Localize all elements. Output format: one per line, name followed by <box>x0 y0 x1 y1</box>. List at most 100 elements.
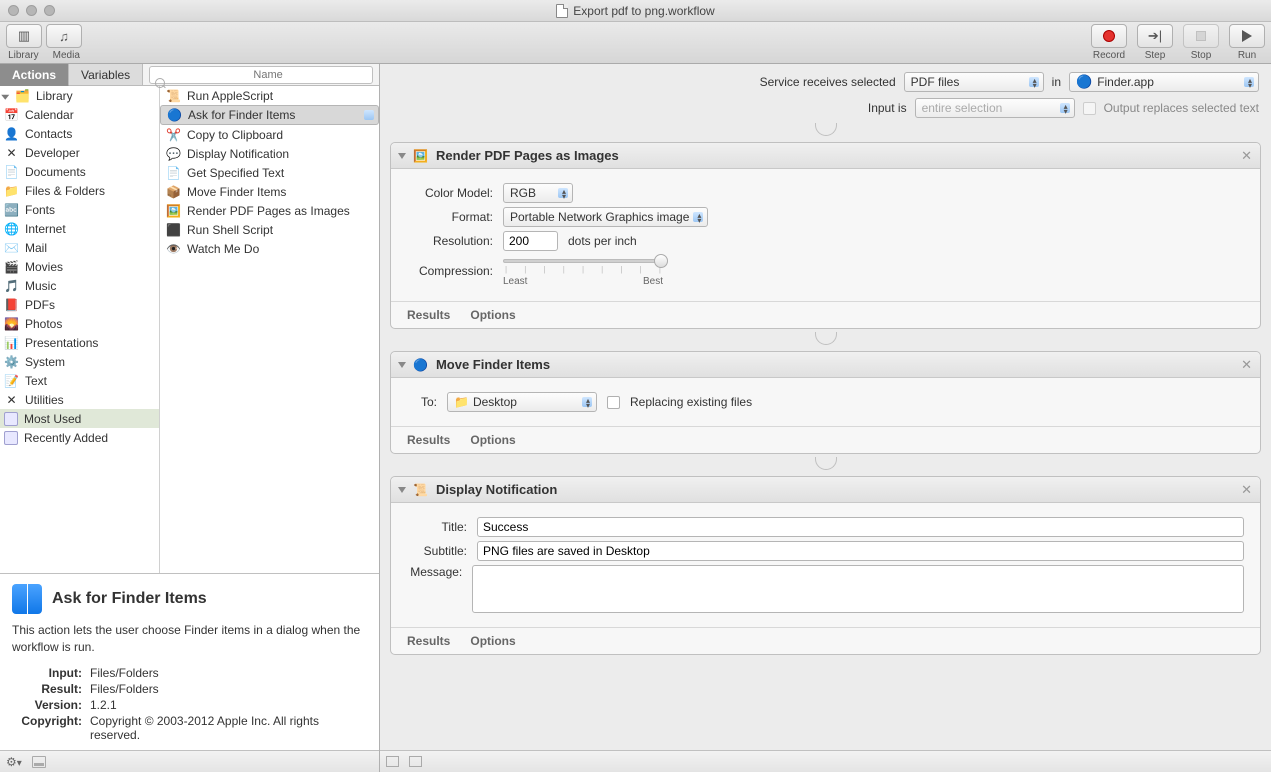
action-icon: 📄 <box>166 165 181 180</box>
title-bar: Export pdf to png.workflow <box>0 0 1271 22</box>
app-select[interactable]: 🔵Finder.app▴▾ <box>1069 72 1259 92</box>
action-icon: 💬 <box>166 146 181 161</box>
workflow-header: Service receives selected PDF files▴▾ in… <box>380 64 1271 124</box>
action-icon: ✂️ <box>166 127 181 142</box>
category-icon: 📅 <box>4 107 19 122</box>
options-link[interactable]: Options <box>470 433 515 447</box>
category-item[interactable]: ✕Developer <box>0 143 159 162</box>
tab-actions[interactable]: Actions <box>0 64 69 86</box>
action-item[interactable]: ⬛Run Shell Script <box>160 220 379 239</box>
tab-variables[interactable]: Variables <box>69 64 143 86</box>
step-header[interactable]: 🔵 Move Finder Items ✕ <box>391 352 1260 378</box>
connector <box>380 333 1271 347</box>
input-is-select: entire selection▴▾ <box>915 98 1075 118</box>
options-link[interactable]: Options <box>470 634 515 648</box>
run-button[interactable] <box>1229 24 1265 48</box>
action-item[interactable]: ✂️Copy to Clipboard <box>160 125 379 144</box>
connector <box>380 124 1271 138</box>
notification-message-input[interactable] <box>472 565 1244 613</box>
action-item[interactable]: 🔵Ask for Finder Items <box>160 105 379 125</box>
resolution-input[interactable] <box>503 231 558 251</box>
category-list[interactable]: 🗂️Library 📅Calendar👤Contacts✕Developer📄D… <box>0 86 160 573</box>
action-item[interactable]: 📦Move Finder Items <box>160 182 379 201</box>
close-icon[interactable]: ✕ <box>1241 482 1252 498</box>
category-icon: 📁 <box>4 183 19 198</box>
action-item[interactable]: 📄Get Specified Text <box>160 163 379 182</box>
disclose-icon[interactable] <box>1 94 9 99</box>
category-icon: ✕ <box>4 392 19 407</box>
action-item[interactable]: 📜Run AppleScript <box>160 86 379 105</box>
step-header[interactable]: 📜 Display Notification ✕ <box>391 477 1260 503</box>
close-icon[interactable]: ✕ <box>1241 148 1252 164</box>
category-item[interactable]: 📕PDFs <box>0 295 159 314</box>
smart-folder-icon <box>4 412 18 426</box>
action-item[interactable]: 👁️Watch Me Do <box>160 239 379 258</box>
notification-title-input[interactable] <box>477 517 1244 537</box>
notification-subtitle-input[interactable] <box>477 541 1244 561</box>
category-item[interactable]: 🎬Movies <box>0 257 159 276</box>
results-link[interactable]: Results <box>407 634 450 648</box>
category-item[interactable]: 🌄Photos <box>0 314 159 333</box>
gear-icon[interactable]: ⚙︎▾ <box>6 755 22 769</box>
chevron-down-icon[interactable] <box>398 487 406 493</box>
replace-files-checkbox[interactable] <box>607 396 620 409</box>
category-item[interactable]: 📁Files & Folders <box>0 181 159 200</box>
category-item[interactable]: 🎵Music <box>0 276 159 295</box>
action-item[interactable]: 💬Display Notification <box>160 144 379 163</box>
category-icon: 👤 <box>4 126 19 141</box>
document-icon <box>556 4 568 18</box>
category-icon: 🔤 <box>4 202 19 217</box>
action-item[interactable]: 🖼️Render PDF Pages as Images <box>160 201 379 220</box>
step-header[interactable]: 🖼️ Render PDF Pages as Images ✕ <box>391 143 1260 169</box>
media-icon: ♫ <box>59 29 69 44</box>
category-item[interactable]: 📄Documents <box>0 162 159 181</box>
compression-slider[interactable]: ||||||||| LeastBest <box>503 255 663 287</box>
library-toggle-button[interactable]: ▥ <box>6 24 42 48</box>
folder-icon: 📁 <box>454 395 469 409</box>
category-item[interactable]: 📝Text <box>0 371 159 390</box>
options-link[interactable]: Options <box>470 308 515 322</box>
category-icon: 🎵 <box>4 278 19 293</box>
desc-body: This action lets the user choose Finder … <box>12 622 367 656</box>
toggle-desc-icon[interactable] <box>32 756 46 768</box>
step-button[interactable]: ➔| <box>1137 24 1173 48</box>
view-icon[interactable] <box>386 756 399 767</box>
category-item[interactable]: 🌐Internet <box>0 219 159 238</box>
chevron-down-icon[interactable] <box>398 153 406 159</box>
results-link[interactable]: Results <box>407 308 450 322</box>
category-item[interactable]: 👤Contacts <box>0 124 159 143</box>
right-status-bar <box>380 750 1271 772</box>
library-folder-icon: 🗂️ <box>15 88 30 103</box>
color-model-select[interactable]: RGB▴▾ <box>503 183 573 203</box>
destination-select[interactable]: 📁Desktop▴▾ <box>447 392 597 412</box>
category-library[interactable]: 🗂️Library <box>0 86 159 105</box>
category-item[interactable]: ✕Utilities <box>0 390 159 409</box>
results-link[interactable]: Results <box>407 433 450 447</box>
format-select[interactable]: Portable Network Graphics image▴▾ <box>503 207 708 227</box>
record-button[interactable] <box>1091 24 1127 48</box>
slider-thumb[interactable] <box>654 254 668 268</box>
media-toggle-button[interactable]: ♫ <box>46 24 82 48</box>
search-input[interactable] <box>149 66 373 84</box>
category-icon: 📕 <box>4 297 19 312</box>
stop-button[interactable] <box>1183 24 1219 48</box>
category-item[interactable]: 📊Presentations <box>0 333 159 352</box>
category-item[interactable]: ✉️Mail <box>0 238 159 257</box>
close-icon[interactable]: ✕ <box>1241 357 1252 373</box>
smart-recently-added[interactable]: Recently Added <box>0 428 159 447</box>
category-icon: 📊 <box>4 335 19 350</box>
category-icon: 📄 <box>4 164 19 179</box>
action-list[interactable]: 📜Run AppleScript🔵Ask for Finder Items✂️C… <box>160 86 379 573</box>
category-item[interactable]: 📅Calendar <box>0 105 159 124</box>
view-icon-2[interactable] <box>409 756 422 767</box>
step-icon: ➔| <box>1148 28 1162 44</box>
category-item[interactable]: ⚙️System <box>0 352 159 371</box>
output-replaces-checkbox[interactable] <box>1083 102 1096 115</box>
category-icon: 🌐 <box>4 221 19 236</box>
step-title: Move Finder Items <box>436 357 550 372</box>
category-item[interactable]: 🔤Fonts <box>0 200 159 219</box>
receives-select[interactable]: PDF files▴▾ <box>904 72 1044 92</box>
library-tabs: Actions Variables <box>0 64 379 86</box>
smart-most-used[interactable]: Most Used <box>0 409 159 428</box>
chevron-down-icon[interactable] <box>398 362 406 368</box>
